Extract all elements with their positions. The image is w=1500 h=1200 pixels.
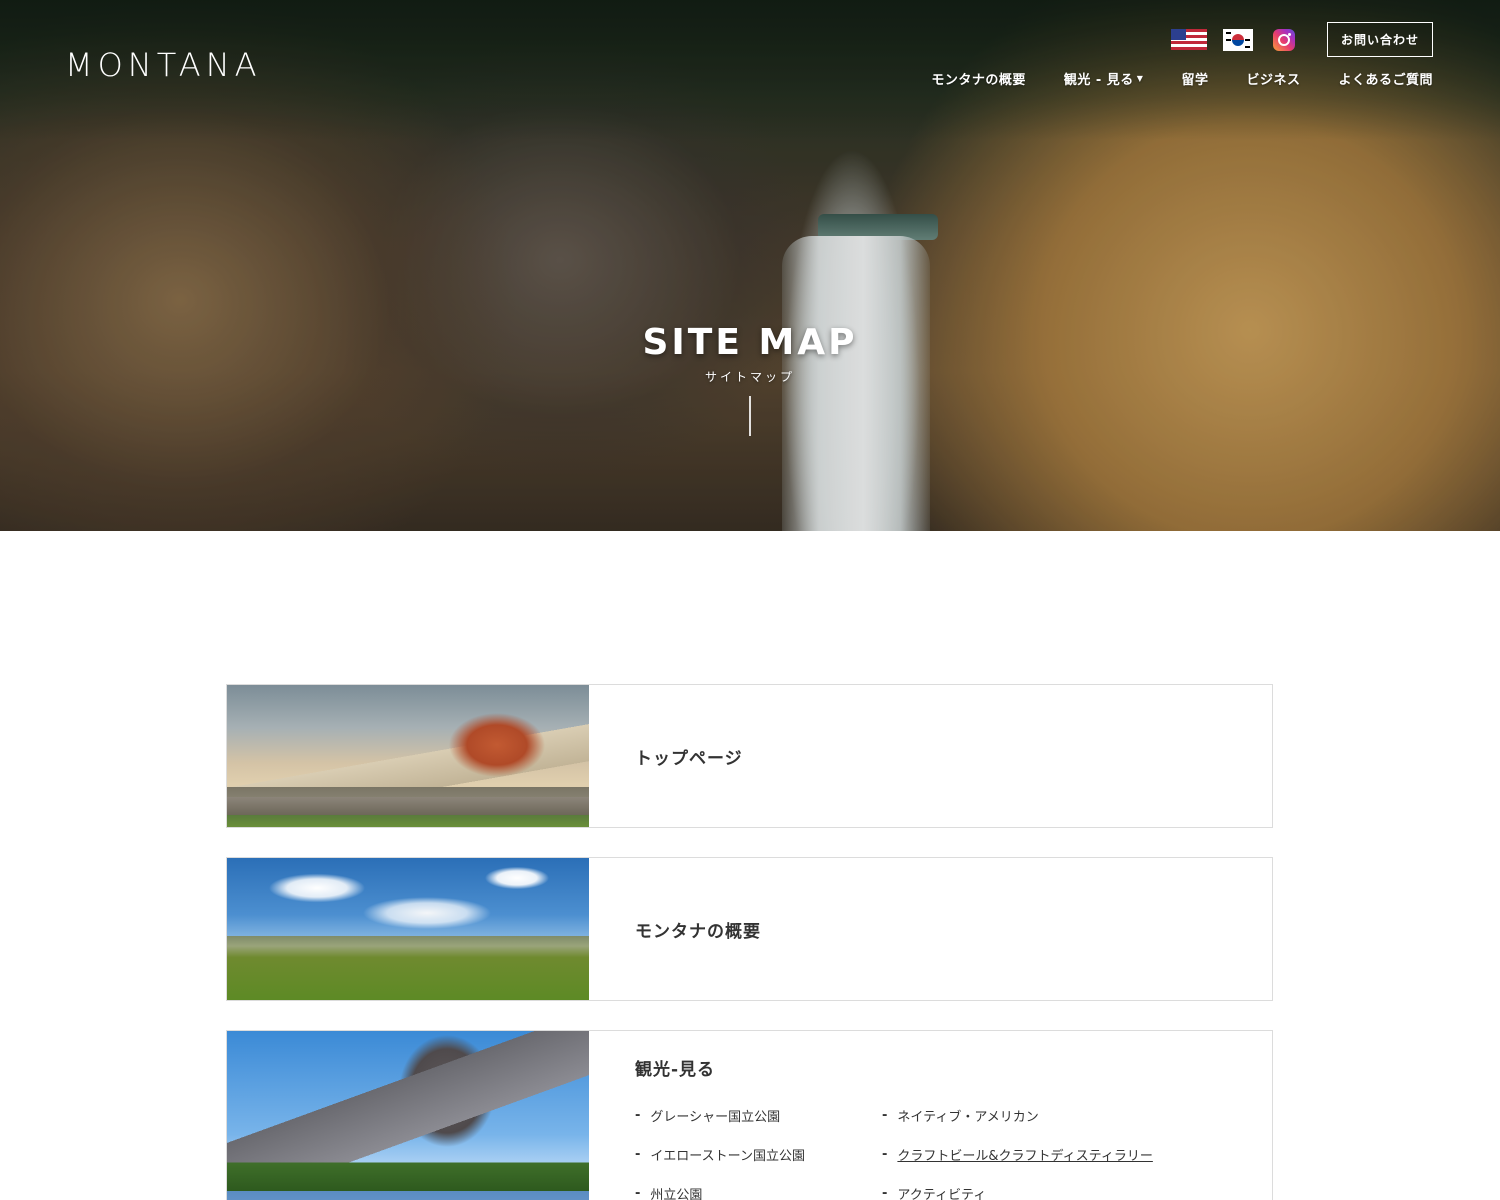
card-title[interactable]: モンタナの概要 (635, 917, 761, 942)
sub-link-label: クラフトビール&クラフトディスティラリー (897, 1149, 1153, 1164)
main-nav: モンタナの概要 観光 - 見る ▼ 留学 ビジネス よくあるご質問 (931, 69, 1433, 88)
sub-link-native-american[interactable]: - ネイティブ・アメリカン (882, 1106, 1202, 1125)
card-image-mountain (227, 1031, 589, 1200)
sub-link-activities[interactable]: - アクティビティ (882, 1184, 1202, 1200)
dash-bullet: - (882, 1147, 888, 1162)
nav-item-business[interactable]: ビジネス (1246, 69, 1300, 88)
page-subtitle: サイトマップ (704, 370, 795, 384)
sitemap-card-sightseeing: 観光-見る - グレーシャー国立公園 - ネイティブ・アメリカン - イエローストーン… (226, 1030, 1273, 1200)
nav-item-study-abroad[interactable]: 留学 (1181, 69, 1208, 88)
dash-bullet: - (635, 1108, 641, 1123)
card-image-river (227, 797, 589, 815)
sub-link-label: 州立公園 (650, 1188, 703, 1200)
dash-bullet: - (635, 1186, 641, 1200)
sub-link-yellowstone[interactable]: - イエローストーン国立公園 (635, 1145, 882, 1164)
sub-link-state-parks[interactable]: - 州立公園 (635, 1184, 882, 1200)
nav-item-faq[interactable]: よくあるご質問 (1338, 69, 1433, 88)
korea-flag-icon[interactable] (1222, 28, 1253, 51)
hero-divider (749, 396, 751, 436)
sitemap-card-top[interactable]: トップページ (226, 684, 1273, 828)
card-title[interactable]: 観光-見る (635, 1055, 1202, 1080)
hero-banner: MONTANA お問い合わせ モンタナの概要 観光 - 見る ▼ 留学 ビジネス … (0, 0, 1500, 531)
nav-item-label: ビジネス (1246, 73, 1301, 88)
sub-link-label: アクティビティ (897, 1188, 987, 1200)
nav-item-overview[interactable]: モンタナの概要 (931, 69, 1026, 88)
sub-link-label: イエローストーン国立公園 (650, 1149, 805, 1164)
instagram-icon[interactable] (1272, 28, 1295, 51)
dash-bullet: - (882, 1108, 888, 1123)
dash-bullet: - (882, 1186, 888, 1200)
us-flag-icon[interactable] (1170, 29, 1207, 50)
sub-link-label: グレーシャー国立公園 (650, 1110, 781, 1125)
card-title[interactable]: トップページ (635, 744, 743, 769)
nav-item-label: 留学 (1181, 73, 1209, 88)
sub-link-craft-beer[interactable]: - クラフトビール&クラフトディスティラリー (882, 1145, 1202, 1164)
card-image-badlands (227, 685, 589, 827)
sub-link-label: ネイティブ・アメリカン (897, 1110, 1039, 1125)
card-body: 観光-見る - グレーシャー国立公園 - ネイティブ・アメリカン - イエローストーン… (589, 1031, 1202, 1200)
site-logo[interactable]: MONTANA (65, 46, 262, 84)
chevron-down-icon: ▼ (1136, 74, 1144, 83)
nav-item-label: よくあるご質問 (1338, 73, 1433, 88)
topbar: お問い合わせ (1170, 22, 1433, 57)
sub-link-list: - グレーシャー国立公園 - ネイティブ・アメリカン - イエローストーン国立公園 -… (635, 1106, 1202, 1200)
nav-item-label: 観光 - 見る (1063, 73, 1134, 88)
nav-item-label: モンタナの概要 (931, 73, 1026, 88)
dash-bullet: - (635, 1147, 641, 1162)
card-body: モンタナの概要 (589, 858, 761, 1000)
contact-button[interactable]: お問い合わせ (1326, 22, 1433, 57)
sitemap-card-overview[interactable]: モンタナの概要 (226, 857, 1273, 1001)
card-image-prairie (227, 858, 589, 1000)
page-title: SITE MAP (642, 322, 858, 363)
sub-link-glacier[interactable]: - グレーシャー国立公園 (635, 1106, 882, 1125)
card-body: トップページ (589, 685, 743, 827)
taegeuk-icon (1231, 33, 1244, 46)
nav-item-sightseeing[interactable]: 観光 - 見る ▼ (1064, 69, 1144, 88)
